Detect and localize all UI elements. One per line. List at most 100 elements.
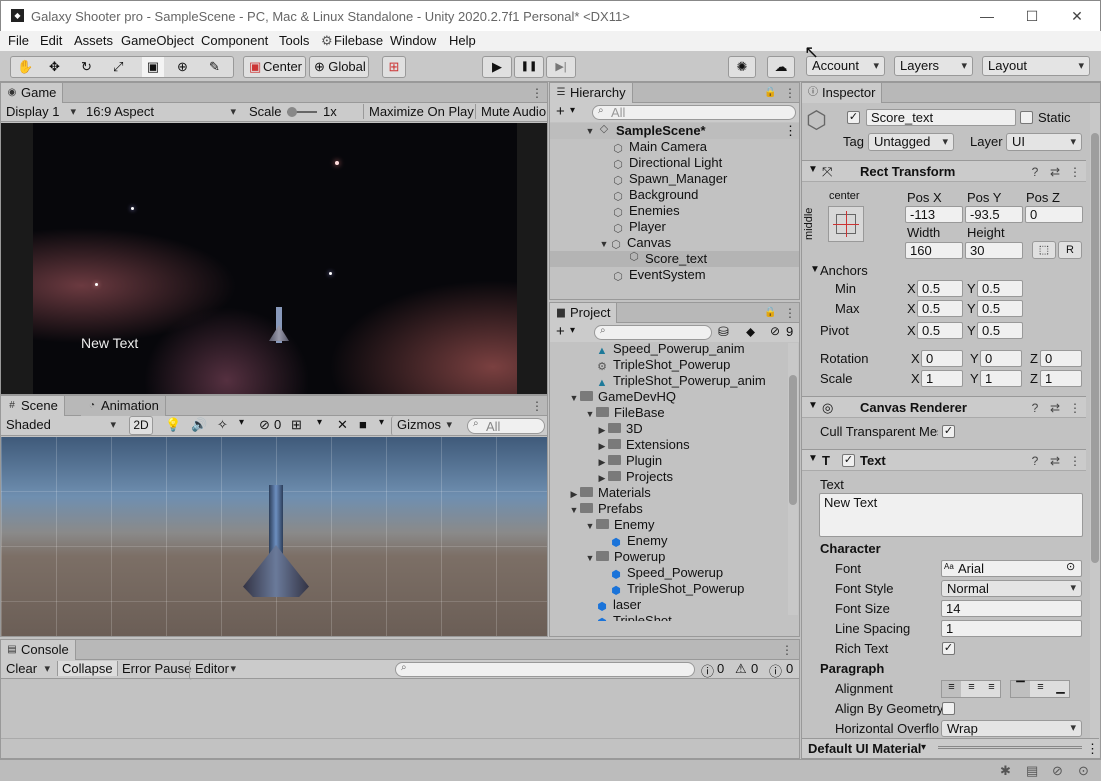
scene-menu-icon[interactable]: ⋮ — [531, 398, 543, 414]
tools-icon[interactable]: ✕ — [337, 417, 348, 433]
rotation-z-field[interactable]: 0 — [1040, 350, 1082, 367]
hierarchy-lock-icon[interactable]: 🔒 — [764, 85, 776, 101]
hierarchy-item[interactable]: ⬡ Main Camera — [612, 139, 707, 155]
raw-edit-button[interactable]: R — [1058, 241, 1082, 259]
layers-dropdown[interactable]: Layers — [894, 56, 973, 76]
hand-tool-icon[interactable]: ✋ — [17, 57, 33, 77]
resize-handle[interactable] — [938, 746, 1082, 749]
material-dropdown-icon[interactable]: ▾ — [921, 742, 926, 753]
hierarchy-item[interactable]: ⬡ EventSystem — [612, 267, 705, 283]
hierarchy-item-selected[interactable]: ⬡ Score_text — [550, 251, 799, 267]
maximize-button[interactable]: ☐ — [1014, 5, 1050, 27]
audio-icon[interactable]: 🔊 — [191, 417, 207, 433]
tab-animation[interactable]: ◔ Animation — [81, 396, 166, 416]
project-item[interactable]: ⚙ TripleShot_Powerup — [596, 357, 730, 373]
help-icon[interactable]: ? — [1028, 165, 1042, 179]
collapse-arrow-icon[interactable]: ▶ — [596, 438, 608, 454]
maximize-on-play-toggle[interactable]: Maximize On Play — [363, 104, 474, 119]
tab-hierarchy[interactable]: ☰ Hierarchy — [550, 83, 633, 103]
expand-arrow-icon[interactable]: ▼ — [584, 550, 596, 566]
project-item[interactable]: ⬢ TripleShot — [596, 613, 672, 621]
preset-icon[interactable]: ⇄ — [1048, 401, 1062, 415]
effects-dropdown-icon[interactable]: ▾ — [239, 417, 244, 428]
align-left-icon[interactable]: ≡ — [942, 681, 961, 697]
project-folder[interactable]: ▶ Extensions — [596, 437, 690, 453]
blueprint-mode-button[interactable]: ⬚ — [1032, 241, 1056, 259]
project-item[interactable]: ▲ TripleShot_Powerup_anim — [596, 373, 766, 389]
layer-dropdown[interactable]: UI — [1006, 133, 1082, 151]
error-pause-toggle[interactable]: Error Pause — [117, 661, 195, 676]
lighting-icon[interactable]: 💡 — [165, 417, 181, 433]
custom-tool-icon[interactable]: ✎ — [209, 57, 220, 77]
project-item[interactable]: ⬢ laser — [596, 597, 641, 613]
hierarchy-add-icon[interactable]: + — [556, 103, 565, 120]
width-field[interactable]: 160 — [905, 242, 963, 259]
rotation-x-field[interactable]: 0 — [921, 350, 963, 367]
bug-icon[interactable]: ✱ — [1000, 763, 1011, 779]
menu-window[interactable]: Window — [390, 33, 436, 48]
collab-button[interactable]: ✺ — [728, 56, 756, 78]
tab-game[interactable]: ◉ Game — [1, 83, 64, 103]
canvas-renderer-header[interactable]: ▼ ◎ Canvas Renderer ? ⇄ ⋮ — [802, 396, 1086, 418]
project-folder[interactable]: ▶ Materials — [568, 485, 651, 501]
menu-gameobject[interactable]: GameObject — [121, 33, 194, 48]
project-scrollbar[interactable] — [788, 343, 798, 615]
pause-button[interactable]: ❚❚ — [514, 56, 544, 78]
hierarchy-item[interactable]: ⬡ Spawn_Manager — [612, 171, 727, 187]
menu-tools[interactable]: Tools — [279, 33, 309, 48]
database-icon[interactable]: ▤ — [1026, 763, 1038, 779]
component-menu-icon[interactable]: ⋮ — [1068, 454, 1082, 468]
height-field[interactable]: 30 — [965, 242, 1023, 259]
project-scroll-thumb[interactable] — [789, 375, 797, 505]
filter-type-icon[interactable]: ⛁ — [718, 324, 729, 340]
menu-help[interactable]: Help — [449, 33, 476, 48]
error-icon[interactable]: ⓘ — [769, 661, 782, 680]
scale-y-field[interactable]: 1 — [980, 370, 1022, 387]
clear-dropdown[interactable]: Clear — [1, 660, 55, 680]
cull-transparent-checkbox[interactable]: ✓ — [942, 425, 955, 438]
material-label[interactable]: Default UI Material — [808, 741, 921, 756]
collapse-arrow-icon[interactable]: ▶ — [568, 486, 580, 502]
menu-file[interactable]: File — [8, 33, 29, 48]
project-folder[interactable]: ▶ Projects — [596, 469, 673, 485]
project-folder[interactable]: ▶ 3D — [596, 421, 643, 437]
rich-text-checkbox[interactable]: ✓ — [942, 642, 955, 655]
menu-component[interactable]: Component — [201, 33, 268, 48]
expand-arrow-icon[interactable]: ▼ — [584, 518, 596, 534]
text-enabled-checkbox[interactable]: ✓ — [842, 454, 855, 467]
align-center-icon[interactable]: ≡ — [962, 681, 981, 697]
project-item[interactable]: ▲ Speed_Powerup_anim — [596, 343, 745, 357]
help-icon[interactable]: ? — [1028, 401, 1042, 415]
active-checkbox[interactable]: ✓ — [847, 111, 860, 124]
object-name-field[interactable]: Score_text — [866, 109, 1016, 126]
expand-arrow-icon[interactable]: ▼ — [568, 390, 580, 406]
project-folder[interactable]: ▼ Prefabs — [568, 501, 643, 517]
project-folder[interactable]: ▼ GameDevHQ — [568, 389, 677, 406]
text-content-area[interactable]: New Text — [819, 493, 1083, 537]
fold-arrow-icon[interactable]: ▼ — [808, 453, 818, 464]
collapse-arrow-icon[interactable]: ▶ — [596, 470, 608, 486]
align-right-icon[interactable]: ≡ — [982, 681, 1001, 697]
move-tool-icon[interactable]: ✥ — [49, 57, 60, 77]
component-menu-icon[interactable]: ⋮ — [1068, 165, 1082, 179]
component-menu-icon[interactable]: ⋮ — [1068, 401, 1082, 415]
hierarchy-item[interactable]: ⬡ Enemies — [612, 203, 679, 219]
tab-console[interactable]: ▤ Console — [1, 640, 76, 660]
effects-icon[interactable]: ✧ — [217, 417, 228, 433]
project-folder[interactable]: ▼ Enemy — [584, 517, 655, 534]
hierarchy-item[interactable]: ▼ ⬡ Canvas — [598, 235, 672, 251]
layout-dropdown[interactable]: Layout — [982, 56, 1090, 76]
rect-tool-icon[interactable]: ▣ — [142, 57, 164, 77]
rect-transform-header[interactable]: ▼ ⤧ Rect Transform ? ⇄ ⋮ — [802, 160, 1086, 182]
scene-viewport[interactable] — [1, 437, 547, 636]
tag-dropdown[interactable]: Untagged — [868, 133, 954, 151]
align-bottom-icon[interactable]: ▁ — [1051, 681, 1070, 697]
menu-assets[interactable]: Assets — [74, 33, 113, 48]
camera-dropdown-icon[interactable]: ▾ — [379, 417, 384, 428]
help-icon[interactable]: ? — [1028, 454, 1042, 468]
warning-icon[interactable]: ⚠ — [735, 661, 747, 677]
scene-menu-kebab[interactable]: ⋮ — [784, 123, 797, 139]
project-item[interactable]: ⬢ Speed_Powerup — [610, 565, 723, 581]
anchor-max-x-field[interactable]: 0.5 — [917, 300, 963, 317]
object-picker-icon[interactable]: ⊙ — [1066, 560, 1075, 573]
